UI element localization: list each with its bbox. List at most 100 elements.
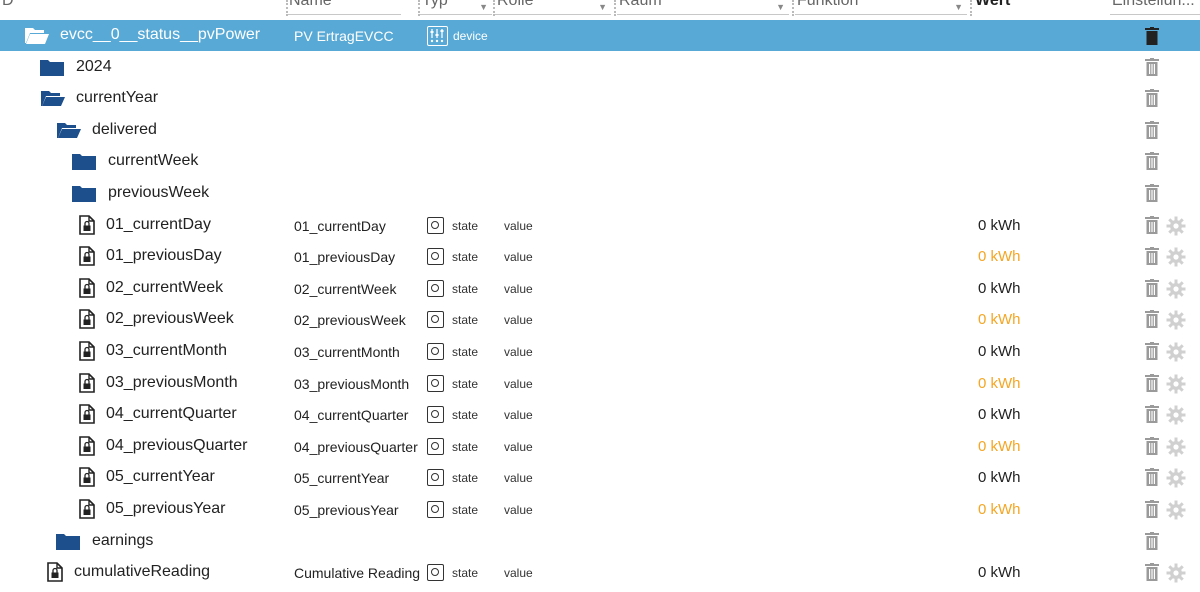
column-header-value[interactable]: Wert xyxy=(973,0,1053,14)
tree-row-folder[interactable]: previousWeek xyxy=(0,178,1200,209)
trash-icon[interactable] xyxy=(1145,27,1159,50)
column-divider[interactable] xyxy=(792,0,794,16)
tree-row-role[interactable]: value xyxy=(504,250,533,264)
tree-row-value[interactable]: 0 kWh xyxy=(978,501,1021,518)
tree-row-display-name[interactable]: Cumulative Reading xyxy=(294,565,420,581)
tree-row-role[interactable]: value xyxy=(504,313,533,327)
tree-row-role[interactable]: value xyxy=(504,503,533,517)
trash-icon[interactable] xyxy=(1145,373,1159,397)
gear-icon[interactable] xyxy=(1166,216,1186,241)
gear-icon[interactable] xyxy=(1166,468,1186,493)
gear-icon[interactable] xyxy=(1166,279,1186,304)
folder-icon[interactable] xyxy=(72,153,96,175)
tree-row-display-name[interactable]: 03_currentMonth xyxy=(294,344,400,360)
tree-row-folder[interactable]: earnings xyxy=(0,526,1200,557)
tree-row-role[interactable]: value xyxy=(504,471,533,485)
tree-row-state[interactable]: 05_currentYear 05_currentYear state value 0 … xyxy=(0,462,1200,493)
trash-icon[interactable] xyxy=(1145,184,1159,207)
tree-row-device[interactable]: evcc__0__status__pvPower PV ErtragEVCC d… xyxy=(0,20,1200,51)
column-header-role[interactable]: Rolle ▼ xyxy=(495,0,611,15)
tree-row-display-name[interactable]: 01_previousDay xyxy=(294,249,395,265)
trash-icon[interactable] xyxy=(1145,247,1159,270)
tree-row-state[interactable]: cumulativeReading Cumulative Reading state… xyxy=(0,557,1200,588)
tree-row-value[interactable]: 0 kWh xyxy=(978,280,1021,297)
trash-icon[interactable] xyxy=(1145,215,1159,239)
folder-icon[interactable] xyxy=(40,59,64,81)
column-header-room[interactable]: Raum ▼ xyxy=(617,0,789,15)
tree-row-role[interactable]: value xyxy=(504,440,533,454)
tree-row-role[interactable]: value xyxy=(504,566,533,580)
tree-row-value[interactable]: 0 kWh xyxy=(978,438,1021,455)
tree-row-value[interactable]: 0 kWh xyxy=(978,311,1021,328)
tree-row-display-name[interactable]: PV ErtragEVCC xyxy=(294,28,394,44)
tree-row-display-name[interactable]: 02_previousWeek xyxy=(294,312,406,328)
trash-icon[interactable] xyxy=(1145,436,1159,460)
tree-row-folder[interactable]: 2024 xyxy=(0,52,1200,83)
column-header-id[interactable]: D xyxy=(0,0,14,14)
trash-icon[interactable] xyxy=(1145,500,1159,523)
trash-icon[interactable] xyxy=(1145,310,1159,333)
trash-icon[interactable] xyxy=(1145,278,1159,302)
trash-icon[interactable] xyxy=(1145,563,1159,586)
tree-row-value[interactable]: 0 kWh xyxy=(978,469,1021,486)
tree-row-state[interactable]: 04_previousQuarter 04_previousQuarter stat… xyxy=(0,431,1200,462)
tree-row-state[interactable]: 04_currentQuarter 04_currentQuarter state v… xyxy=(0,399,1200,430)
tree-row-value[interactable]: 0 kWh xyxy=(978,375,1021,392)
tree-row-folder[interactable]: currentWeek xyxy=(0,146,1200,177)
tree-row-state[interactable]: 02_previousWeek 02_previousWeek state value… xyxy=(0,304,1200,335)
tree-row-display-name[interactable]: 03_previousMonth xyxy=(294,376,409,392)
tree-row-role[interactable]: value xyxy=(504,408,533,422)
tree-row-state[interactable]: 03_currentMonth 03_currentMonth state value… xyxy=(0,336,1200,367)
tree-row-display-name[interactable]: 02_currentWeek xyxy=(294,281,396,297)
tree-row-value[interactable]: 0 kWh xyxy=(978,217,1021,234)
tree-row-value[interactable]: 0 kWh xyxy=(978,564,1021,581)
gear-icon[interactable] xyxy=(1166,310,1186,335)
tree-row-state[interactable]: 01_previousDay 01_previousDay state value 0 … xyxy=(0,241,1200,272)
tree-row-role[interactable]: value xyxy=(504,219,533,233)
folder-icon[interactable] xyxy=(72,185,96,207)
folder-open-icon[interactable] xyxy=(40,90,66,112)
column-divider[interactable] xyxy=(286,0,288,16)
column-header-settings[interactable]: Einstellun... xyxy=(1110,0,1200,15)
tree-row-display-name[interactable]: 04_previousQuarter xyxy=(294,439,418,455)
column-divider[interactable] xyxy=(970,0,972,16)
trash-icon[interactable] xyxy=(1145,531,1159,555)
tree-row-state[interactable]: 03_previousMonth 03_previousMonth state val… xyxy=(0,368,1200,399)
tree-row-state[interactable]: 05_previousYear 05_previousYear state value… xyxy=(0,494,1200,525)
tree-row-state[interactable]: 01_currentDay 01_currentDay state value 0 kW… xyxy=(0,210,1200,241)
folder-icon[interactable] xyxy=(56,533,80,555)
tree-row-state[interactable]: 02_currentWeek 02_currentWeek state value 0 … xyxy=(0,273,1200,304)
folder-open-icon[interactable] xyxy=(56,122,82,144)
trash-icon[interactable] xyxy=(1145,468,1159,491)
gear-icon[interactable] xyxy=(1166,563,1186,588)
gear-icon[interactable] xyxy=(1166,247,1186,272)
gear-icon[interactable] xyxy=(1166,342,1186,367)
column-divider[interactable] xyxy=(493,0,495,16)
trash-icon[interactable] xyxy=(1145,120,1159,144)
tree-row-display-name[interactable]: 04_currentQuarter xyxy=(294,407,408,423)
tree-row-display-name[interactable]: 01_currentDay xyxy=(294,218,386,234)
tree-row-role[interactable]: value xyxy=(504,282,533,296)
tree-row-value[interactable]: 0 kWh xyxy=(978,406,1021,423)
trash-icon[interactable] xyxy=(1145,89,1159,112)
trash-icon[interactable] xyxy=(1145,405,1159,428)
column-divider[interactable] xyxy=(614,0,616,16)
tree-row-role[interactable]: value xyxy=(504,377,533,391)
tree-row-folder[interactable]: currentYear xyxy=(0,83,1200,114)
column-divider[interactable] xyxy=(418,0,420,16)
column-header-function[interactable]: Funktion ▼ xyxy=(795,0,967,15)
gear-icon[interactable] xyxy=(1166,405,1186,430)
gear-icon[interactable] xyxy=(1166,500,1186,525)
gear-icon[interactable] xyxy=(1166,437,1186,462)
column-header-type[interactable]: Typ ▼ xyxy=(420,0,492,15)
tree-row-display-name[interactable]: 05_previousYear xyxy=(294,502,399,518)
trash-icon[interactable] xyxy=(1145,342,1159,365)
tree-row-folder[interactable]: delivered xyxy=(0,115,1200,146)
trash-icon[interactable] xyxy=(1145,57,1159,81)
tree-row-value[interactable]: 0 kWh xyxy=(978,343,1021,360)
trash-icon[interactable] xyxy=(1145,152,1159,175)
tree-row-display-name[interactable]: 05_currentYear xyxy=(294,470,389,486)
gear-icon[interactable] xyxy=(1166,374,1186,399)
tree-row-role[interactable]: value xyxy=(504,345,533,359)
column-header-name[interactable]: Name xyxy=(287,0,401,15)
